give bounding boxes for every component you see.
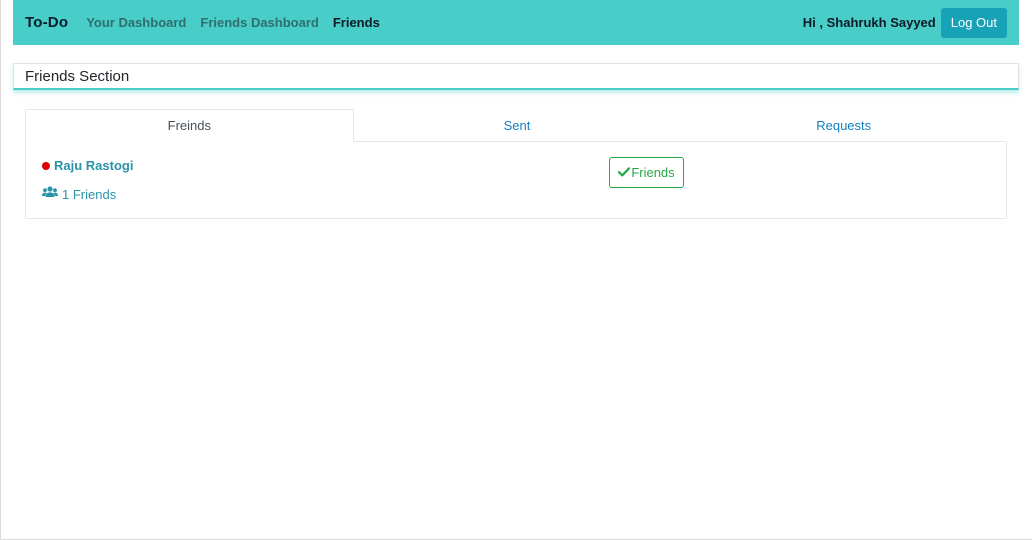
users-icon xyxy=(42,185,58,203)
tab-friends[interactable]: Freinds xyxy=(25,109,354,142)
friend-name-row: Raju Rastogi xyxy=(42,158,133,173)
friends-status-label: Friends xyxy=(631,165,675,180)
friends-status-button[interactable]: Friends xyxy=(609,157,684,188)
status-dot-icon xyxy=(42,161,50,170)
section-title: Friends Section xyxy=(25,67,130,85)
friend-count-row[interactable]: 1 Friends xyxy=(42,185,116,203)
nav-friends[interactable]: Friends xyxy=(333,15,380,30)
nav-your-dashboard[interactable]: Your Dashboard xyxy=(86,15,186,30)
user-greeting: Hi , Shahrukh Sayyed xyxy=(802,15,936,30)
section-header: Friends Section xyxy=(13,63,1019,90)
nav-friends-dashboard[interactable]: Friends Dashboard xyxy=(200,15,318,30)
nav-user-area: Hi , Shahrukh Sayyed Log Out xyxy=(802,7,1007,38)
brand-logo[interactable]: To-Do xyxy=(25,14,68,31)
friend-count: 1 Friends xyxy=(62,186,117,202)
friend-name-link[interactable]: Raju Rastogi xyxy=(54,158,133,173)
check-icon xyxy=(618,165,631,180)
tab-requests[interactable]: Requests xyxy=(680,109,1008,142)
tab-sent[interactable]: Sent xyxy=(353,109,681,142)
logout-button[interactable]: Log Out xyxy=(940,7,1007,38)
friends-tabs: Freinds Sent Requests xyxy=(25,109,1008,142)
top-navbar: To-Do Your Dashboard Friends Dashboard F… xyxy=(13,0,1019,45)
friend-list-item: Raju Rastogi 1 Friends Friends xyxy=(25,141,1007,219)
